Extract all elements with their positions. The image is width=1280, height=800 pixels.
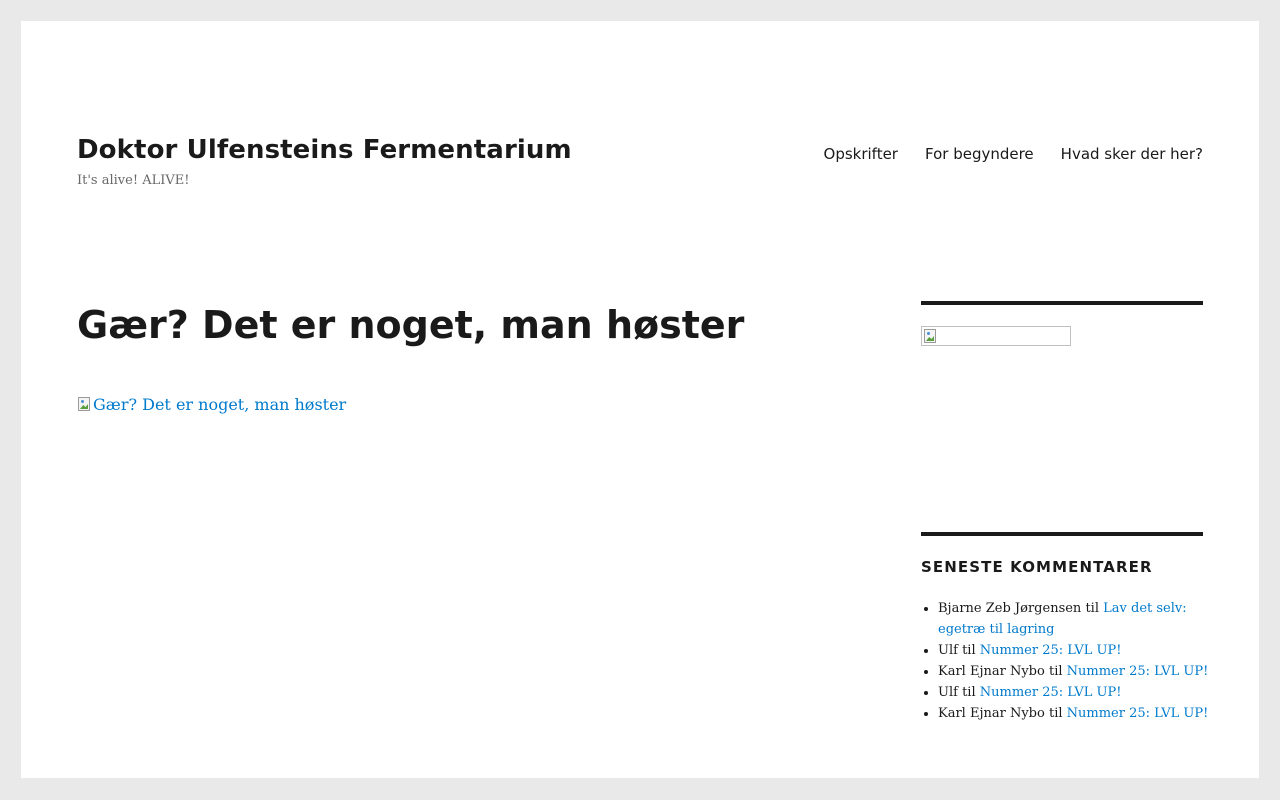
nav-link-opskrifter[interactable]: Opskrifter bbox=[824, 145, 898, 163]
list-item: Ulf til Nummer 25: LVL UP! bbox=[938, 682, 1211, 703]
comment-connector: til bbox=[1048, 664, 1063, 679]
site-tagline: It's alive! ALIVE! bbox=[77, 173, 190, 188]
sidebar-image[interactable] bbox=[921, 326, 1071, 346]
list-item: Karl Ejnar Nybo til Nummer 25: LVL UP! bbox=[938, 703, 1211, 724]
post-title: Gær? Det er noget, man høster bbox=[77, 303, 745, 347]
site-title: Doktor Ulfensteins Fermentarium bbox=[77, 131, 572, 169]
comment-author: Ulf bbox=[938, 643, 958, 658]
nav-link-for-begyndere[interactable]: For begyndere bbox=[925, 145, 1034, 163]
comment-post-link[interactable]: Nummer 25: LVL UP! bbox=[1067, 664, 1209, 679]
comment-connector: til bbox=[1048, 706, 1063, 721]
comment-connector: til bbox=[962, 685, 976, 700]
widget-divider bbox=[921, 532, 1203, 536]
recent-comments-list: Bjarne Zeb Jørgensen til Lav det selv: e… bbox=[921, 598, 1211, 724]
comment-post-link[interactable]: Nummer 25: LVL UP! bbox=[980, 643, 1122, 658]
comment-post-link[interactable]: Nummer 25: LVL UP! bbox=[980, 685, 1122, 700]
comment-connector: til bbox=[1085, 601, 1099, 616]
list-item: Karl Ejnar Nybo til Nummer 25: LVL UP! bbox=[938, 661, 1211, 682]
main-navigation: Opskrifter For begyndere Hvad sker der h… bbox=[824, 142, 1203, 166]
comment-connector: til bbox=[962, 643, 976, 658]
post-image-alt-text: Gær? Det er noget, man høster bbox=[93, 395, 347, 414]
list-item: Bjarne Zeb Jørgensen til Lav det selv: e… bbox=[938, 598, 1211, 640]
nav-item: For begyndere bbox=[925, 142, 1034, 166]
comment-post-link[interactable]: Nummer 25: LVL UP! bbox=[1067, 706, 1209, 721]
comment-author: Ulf bbox=[938, 685, 958, 700]
broken-image-icon bbox=[77, 397, 93, 413]
nav-item: Opskrifter bbox=[824, 142, 898, 166]
comment-author: Karl Ejnar Nybo bbox=[938, 664, 1045, 679]
comment-author: Bjarne Zeb Jørgensen bbox=[938, 601, 1082, 616]
list-item: Ulf til Nummer 25: LVL UP! bbox=[938, 640, 1211, 661]
post-image-link[interactable]: Gær? Det er noget, man høster bbox=[77, 393, 346, 417]
recent-comments-title: SENESTE KOMMENTARER bbox=[921, 558, 1153, 576]
nav-link-hvad-sker-der-her[interactable]: Hvad sker der her? bbox=[1061, 145, 1203, 163]
widget-divider bbox=[921, 301, 1203, 305]
site-title-link[interactable]: Doktor Ulfensteins Fermentarium bbox=[77, 135, 572, 165]
comment-author: Karl Ejnar Nybo bbox=[938, 706, 1045, 721]
page-container: Doktor Ulfensteins Fermentarium It's ali… bbox=[21, 21, 1259, 778]
nav-item: Hvad sker der her? bbox=[1061, 142, 1203, 166]
